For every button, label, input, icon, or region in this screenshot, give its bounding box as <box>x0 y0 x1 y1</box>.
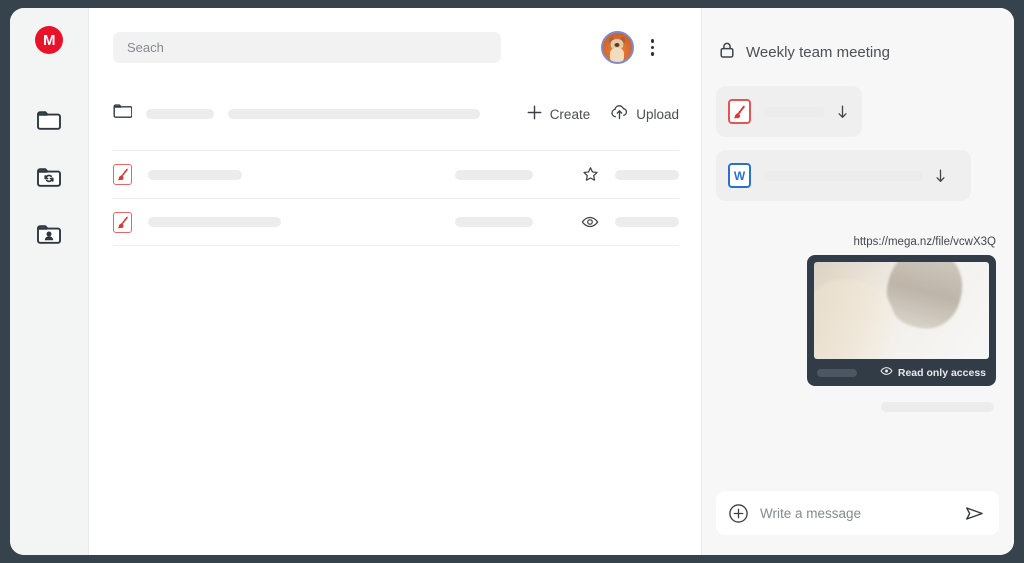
link-preview-footer: Read only access <box>814 359 989 386</box>
topbar-actions <box>600 31 680 64</box>
mega-logo[interactable]: M <box>35 26 63 54</box>
attachment-name-placeholder <box>763 170 923 181</box>
folder-icon <box>36 109 62 136</box>
more-options-icon[interactable] <box>648 35 658 60</box>
upload-button-label: Upload <box>636 106 679 122</box>
breadcrumb-crumb[interactable] <box>146 109 214 119</box>
word-file-icon: W <box>728 163 751 188</box>
pdf-file-icon <box>113 164 132 185</box>
message-composer[interactable]: Write a message <box>716 491 999 535</box>
link-preview-name-placeholder <box>817 368 857 377</box>
chat-panel: Weekly team meeting W https://mega.nz/fi… <box>701 8 1014 555</box>
toolbar-actions: Create Upload <box>526 104 701 124</box>
file-name-placeholder <box>148 169 242 180</box>
link-url[interactable]: https://mega.nz/file/vcwX3Q <box>853 236 996 248</box>
download-icon[interactable] <box>835 104 850 120</box>
file-name-placeholder <box>148 217 281 227</box>
chat-header: Weekly team meeting <box>702 8 1014 64</box>
attachment-card-pdf[interactable] <box>716 86 862 137</box>
download-icon[interactable] <box>933 168 948 184</box>
message-input[interactable]: Write a message <box>760 506 953 521</box>
attachment-card-word[interactable]: W <box>716 150 971 201</box>
message-placeholder <box>881 402 994 412</box>
folder-shared-icon <box>36 223 62 250</box>
sidebar-item-backups[interactable] <box>29 159 69 199</box>
plus-circle-icon[interactable] <box>728 503 749 524</box>
create-button[interactable]: Create <box>526 104 591 124</box>
send-icon[interactable] <box>964 504 985 523</box>
read-only-access-label: Read only access <box>897 366 986 379</box>
link-preview[interactable]: https://mega.nz/file/vcwX3Q Read only ac… <box>716 236 998 412</box>
kebab-dot <box>650 45 654 50</box>
file-meta-placeholder <box>455 169 533 180</box>
link-preview-thumbnail <box>814 262 989 359</box>
read-only-access-badge: Read only access <box>880 366 986 379</box>
file-tail-placeholder <box>615 169 679 180</box>
word-file-icon-letter: W <box>733 168 746 183</box>
pdf-file-icon <box>728 99 751 124</box>
cloud-upload-icon <box>610 104 629 124</box>
chat-messages: W https://mega.nz/file/vcwX3Q Read only … <box>702 64 1014 491</box>
table-row[interactable] <box>113 198 679 246</box>
attachment-name-placeholder <box>763 106 825 117</box>
sidebar-item-cloud-drive[interactable] <box>29 102 69 142</box>
chat-title: Weekly team meeting <box>746 44 890 61</box>
sidebar-item-shared[interactable] <box>29 216 69 256</box>
file-tail-placeholder <box>615 217 679 227</box>
eye-icon[interactable] <box>579 215 601 229</box>
table-row[interactable] <box>113 150 679 198</box>
breadcrumb[interactable] <box>113 103 526 125</box>
create-button-label: Create <box>549 106 591 122</box>
upload-button[interactable]: Upload <box>610 104 679 124</box>
eye-icon <box>880 366 893 379</box>
folder-icon <box>113 103 133 125</box>
file-meta-placeholder <box>455 217 533 227</box>
avatar-detail <box>614 42 620 47</box>
app-window: M Seach Create Upload Weekly team meetin… <box>10 8 1014 555</box>
pdf-file-icon <box>113 211 132 233</box>
kebab-dot <box>650 52 654 56</box>
plus-icon <box>526 104 543 124</box>
folder-sync-icon <box>36 166 62 193</box>
user-avatar[interactable] <box>600 31 634 64</box>
file-list <box>89 150 701 246</box>
main-content: Create Upload <box>89 8 701 555</box>
breadcrumb-crumb[interactable] <box>228 109 480 119</box>
lock-icon <box>719 41 735 64</box>
breadcrumb-toolbar: Create Upload <box>89 97 701 131</box>
avatar-detail <box>610 47 624 62</box>
mega-logo-letter: M <box>43 31 56 49</box>
star-icon[interactable] <box>579 166 601 183</box>
sidebar: M <box>10 8 89 555</box>
search-input[interactable] <box>113 32 501 63</box>
kebab-dot <box>650 39 654 43</box>
link-preview-card[interactable]: Read only access <box>807 255 996 386</box>
topbar <box>89 8 701 64</box>
